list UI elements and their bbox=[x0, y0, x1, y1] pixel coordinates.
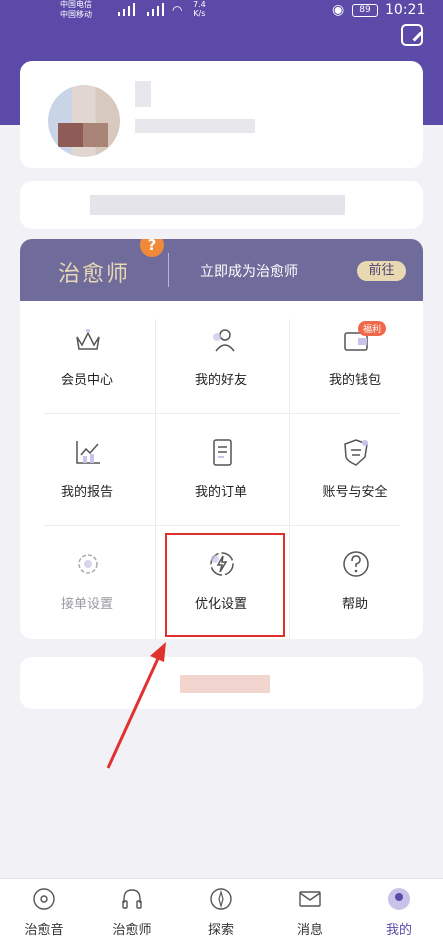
promo-card[interactable] bbox=[20, 181, 423, 229]
grid-item-label: 我的订单 bbox=[194, 485, 247, 500]
disc-icon bbox=[33, 888, 55, 910]
carrier-2: 中国移动 bbox=[60, 10, 92, 19]
grid-item-report[interactable]: 我的报告 bbox=[28, 413, 146, 525]
status-bar: 中国电信 中国移动 ◠ 7.4 K/s ◉ 89 10:21 bbox=[0, 0, 443, 24]
avatar[interactable] bbox=[48, 85, 120, 157]
bottom-banner[interactable] bbox=[20, 657, 423, 709]
grid-item-wallet[interactable]: 我的钱包 bbox=[296, 301, 414, 413]
grid-item-label: 会员中心 bbox=[60, 373, 113, 388]
help-icon bbox=[343, 551, 369, 577]
grid-item-label: 我的好友 bbox=[194, 373, 247, 388]
edit-icon[interactable] bbox=[401, 24, 423, 46]
tab-label: 治愈师 bbox=[112, 923, 152, 938]
headphones-icon bbox=[122, 889, 142, 909]
banner-divider bbox=[168, 253, 169, 287]
banner-cta: 立即成为治愈师 bbox=[200, 264, 298, 280]
divider bbox=[289, 319, 290, 639]
annotation-highlight-box bbox=[165, 533, 285, 637]
shield-icon bbox=[344, 439, 368, 466]
order-icon bbox=[213, 439, 232, 466]
grid-item-label: 接单设置 bbox=[60, 597, 113, 612]
grid-item-friends[interactable]: 我的好友 bbox=[162, 301, 280, 413]
grid-item-member-center[interactable]: 会员中心 bbox=[28, 301, 146, 413]
grid-item-orders[interactable]: 我的订单 bbox=[162, 413, 280, 525]
healer-banner[interactable]: 治愈师 ? 立即成为治愈师 前往 bbox=[20, 239, 423, 301]
tab-me[interactable]: 我的 bbox=[355, 879, 443, 938]
wifi-icon: ◠ bbox=[172, 3, 183, 17]
chart-icon bbox=[76, 441, 100, 464]
battery-indicator: 89 bbox=[352, 4, 378, 17]
grid-item-label: 帮助 bbox=[341, 597, 368, 612]
tab-label: 消息 bbox=[296, 923, 323, 938]
grid-item-label: 账号与安全 bbox=[322, 485, 388, 500]
crown-icon bbox=[76, 329, 100, 350]
bottom-tab-bar: 治愈音 治愈师 探索 消息 我的 bbox=[0, 878, 443, 938]
help-badge[interactable]: ? bbox=[140, 239, 164, 257]
carrier-info: 中国电信 中国移动 bbox=[60, 0, 92, 20]
grid-item-label: 我的报告 bbox=[60, 485, 113, 500]
tab-label: 治愈音 bbox=[24, 923, 64, 938]
tab-healing-sound[interactable]: 治愈音 bbox=[0, 879, 88, 938]
annotation-arrow bbox=[106, 642, 166, 769]
clock: 10:21 bbox=[385, 2, 426, 18]
user-avatar-icon bbox=[388, 888, 410, 910]
network-speed: 7.4 K/s bbox=[193, 0, 206, 18]
friends-icon bbox=[213, 329, 235, 352]
welfare-tag: 福利 bbox=[358, 321, 387, 336]
compass-icon bbox=[210, 888, 232, 910]
grid-item-order-settings[interactable]: 接单设置 bbox=[28, 525, 146, 637]
carrier-1: 中国电信 bbox=[60, 0, 92, 9]
promo-text-blurred bbox=[90, 195, 345, 215]
profile-card[interactable] bbox=[20, 61, 423, 168]
eye-icon: ◉ bbox=[332, 2, 345, 18]
tab-explore[interactable]: 探索 bbox=[177, 879, 265, 938]
banner-title: 治愈师 bbox=[58, 262, 131, 287]
tab-label: 我的 bbox=[385, 923, 412, 938]
grid-item-account-security[interactable]: 账号与安全 bbox=[296, 413, 414, 525]
tab-label: 探索 bbox=[207, 923, 234, 938]
user-info-blurred bbox=[135, 119, 255, 133]
grid-item-label: 我的钱包 bbox=[328, 373, 381, 388]
signal-icon bbox=[118, 3, 164, 16]
divider bbox=[155, 319, 156, 639]
grid-item-help[interactable]: 帮助 bbox=[296, 525, 414, 637]
go-button[interactable]: 前往 bbox=[357, 261, 406, 281]
username-blurred bbox=[135, 81, 151, 107]
tab-healer[interactable]: 治愈师 bbox=[88, 879, 176, 938]
bottom-banner-blurred bbox=[180, 675, 270, 693]
mail-icon bbox=[299, 891, 321, 907]
gear-icon bbox=[78, 554, 98, 574]
tab-messages[interactable]: 消息 bbox=[266, 879, 354, 938]
